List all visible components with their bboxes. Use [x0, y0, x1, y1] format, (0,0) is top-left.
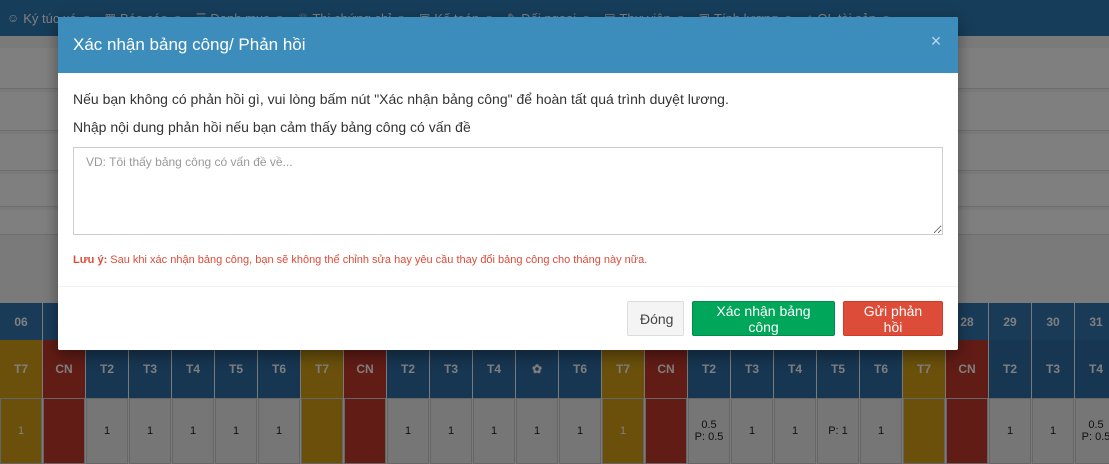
modal-footer: Đóng Xác nhận bảng công Gửi phản hồi — [58, 286, 958, 350]
send-feedback-button[interactable]: Gửi phản hồi — [843, 301, 943, 336]
modal-body: Nếu bạn không có phản hồi gì, vui lòng b… — [58, 73, 958, 266]
close-icon[interactable]: × — [928, 31, 944, 51]
note-label: Lưu ý: — [73, 254, 108, 266]
confirm-timesheet-button[interactable]: Xác nhận bảng công — [692, 301, 835, 336]
close-button[interactable]: Đóng — [627, 301, 684, 336]
confirm-timesheet-modal: Xác nhận bảng công/ Phản hồi × Nếu bạn k… — [58, 17, 958, 350]
note-text: Sau khi xác nhận bảng công, bạn sẽ không… — [107, 254, 648, 266]
modal-header: Xác nhận bảng công/ Phản hồi × — [58, 17, 958, 73]
info-message: Nếu bạn không có phản hồi gì, vui lòng b… — [73, 91, 729, 107]
feedback-prompt: Nhập nội dung phản hồi nếu bạn cảm thấy … — [73, 119, 471, 135]
feedback-textarea[interactable] — [73, 147, 943, 235]
warning-note: Lưu ý: Sau khi xác nhận bảng công, bạn s… — [73, 254, 943, 266]
modal-title: Xác nhận bảng công/ Phản hồi — [73, 35, 306, 54]
